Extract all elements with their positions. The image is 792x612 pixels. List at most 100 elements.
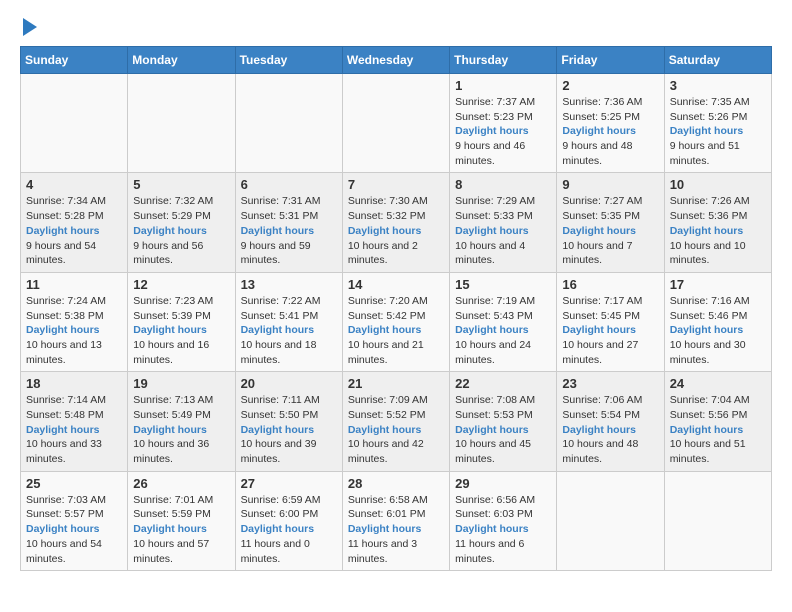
calendar-cell: 21 Sunrise: 7:09 AMSunset: 5:52 PMDayligh… [342, 372, 449, 471]
day-detail: Sunrise: 7:35 AMSunset: 5:26 PMDaylight … [670, 95, 766, 168]
day-number: 2 [562, 78, 658, 93]
day-number: 11 [26, 277, 122, 292]
calendar-cell: 17 Sunrise: 7:16 AMSunset: 5:46 PMDayligh… [664, 272, 771, 371]
day-detail: Sunrise: 7:22 AMSunset: 5:41 PMDaylight … [241, 294, 337, 367]
calendar-cell: 27 Sunrise: 6:59 AMSunset: 6:00 PMDayligh… [235, 471, 342, 570]
calendar-cell: 11 Sunrise: 7:24 AMSunset: 5:38 PMDayligh… [21, 272, 128, 371]
calendar-cell: 22 Sunrise: 7:08 AMSunset: 5:53 PMDayligh… [450, 372, 557, 471]
day-number: 13 [241, 277, 337, 292]
day-number: 4 [26, 177, 122, 192]
calendar-cell [342, 74, 449, 173]
day-header-thursday: Thursday [450, 47, 557, 74]
day-number: 16 [562, 277, 658, 292]
day-number: 10 [670, 177, 766, 192]
day-header-tuesday: Tuesday [235, 47, 342, 74]
day-detail: Sunrise: 6:58 AMSunset: 6:01 PMDaylight … [348, 493, 444, 566]
calendar-cell: 25 Sunrise: 7:03 AMSunset: 5:57 PMDayligh… [21, 471, 128, 570]
calendar-cell: 8Sunrise: 7:29 AMSunset: 5:33 PMDaylight… [450, 173, 557, 272]
logo-arrow-icon [23, 18, 37, 36]
day-detail: Sunrise: 7:26 AMSunset: 5:36 PMDaylight … [670, 194, 766, 267]
calendar-cell [664, 471, 771, 570]
day-detail: Sunrise: 7:08 AMSunset: 5:53 PMDaylight … [455, 393, 551, 466]
day-number: 28 [348, 476, 444, 491]
calendar-week-row: 18Sunrise: 7:14 AMSunset: 5:48 PMDayligh… [21, 372, 772, 471]
day-number: 17 [670, 277, 766, 292]
day-detail: Sunrise: 7:17 AMSunset: 5:45 PMDaylight … [562, 294, 658, 367]
day-detail: Sunrise: 7:36 AMSunset: 5:25 PMDaylight … [562, 95, 658, 168]
day-detail: Sunrise: 7:14 AMSunset: 5:48 PMDaylight … [26, 393, 122, 466]
day-detail: Sunrise: 6:59 AMSunset: 6:00 PMDaylight … [241, 493, 337, 566]
day-number: 15 [455, 277, 551, 292]
day-number: 25 [26, 476, 122, 491]
calendar-cell [557, 471, 664, 570]
day-detail: Sunrise: 7:29 AMSunset: 5:33 PMDaylight … [455, 194, 551, 267]
calendar-table: SundayMondayTuesdayWednesdayThursdayFrid… [20, 46, 772, 571]
day-detail: Sunrise: 7:30 AMSunset: 5:32 PMDaylight … [348, 194, 444, 267]
calendar-cell: 2 Sunrise: 7:36 AMSunset: 5:25 PMDaylight… [557, 74, 664, 173]
calendar-cell: 26 Sunrise: 7:01 AMSunset: 5:59 PMDayligh… [128, 471, 235, 570]
day-number: 26 [133, 476, 229, 491]
calendar-cell: 13 Sunrise: 7:22 AMSunset: 5:41 PMDayligh… [235, 272, 342, 371]
day-detail: Sunrise: 7:06 AMSunset: 5:54 PMDaylight … [562, 393, 658, 466]
day-number: 20 [241, 376, 337, 391]
day-detail: Sunrise: 7:32 AMSunset: 5:29 PMDaylight … [133, 194, 229, 267]
day-number: 22 [455, 376, 551, 391]
calendar-cell: 10 Sunrise: 7:26 AMSunset: 5:36 PMDayligh… [664, 173, 771, 272]
day-detail: Sunrise: 7:37 AMSunset: 5:23 PMDaylight … [455, 95, 551, 168]
day-number: 14 [348, 277, 444, 292]
calendar-cell: 15 Sunrise: 7:19 AMSunset: 5:43 PMDayligh… [450, 272, 557, 371]
calendar-week-row: 4 Sunrise: 7:34 AMSunset: 5:28 PMDaylight… [21, 173, 772, 272]
calendar-cell: 3 Sunrise: 7:35 AMSunset: 5:26 PMDaylight… [664, 74, 771, 173]
day-number: 29 [455, 476, 551, 491]
calendar-cell: 1 Sunrise: 7:37 AMSunset: 5:23 PMDaylight… [450, 74, 557, 173]
day-detail: Sunrise: 7:24 AMSunset: 5:38 PMDaylight … [26, 294, 122, 367]
day-detail: Sunrise: 6:56 AMSunset: 6:03 PMDaylight … [455, 493, 551, 566]
calendar-week-row: 25 Sunrise: 7:03 AMSunset: 5:57 PMDayligh… [21, 471, 772, 570]
calendar-week-row: 11 Sunrise: 7:24 AMSunset: 5:38 PMDayligh… [21, 272, 772, 371]
day-detail: Sunrise: 7:13 AMSunset: 5:49 PMDaylight … [133, 393, 229, 466]
day-detail: Sunrise: 7:09 AMSunset: 5:52 PMDaylight … [348, 393, 444, 466]
calendar-cell [21, 74, 128, 173]
calendar-cell: 7 Sunrise: 7:30 AMSunset: 5:32 PMDaylight… [342, 173, 449, 272]
day-detail: Sunrise: 7:11 AMSunset: 5:50 PMDaylight … [241, 393, 337, 466]
day-detail: Sunrise: 7:20 AMSunset: 5:42 PMDaylight … [348, 294, 444, 367]
day-header-monday: Monday [128, 47, 235, 74]
header [20, 20, 772, 36]
calendar-cell: 9Sunrise: 7:27 AMSunset: 5:35 PMDaylight… [557, 173, 664, 272]
day-number: 21 [348, 376, 444, 391]
calendar-cell: 19 Sunrise: 7:13 AMSunset: 5:49 PMDayligh… [128, 372, 235, 471]
calendar-cell: 14 Sunrise: 7:20 AMSunset: 5:42 PMDayligh… [342, 272, 449, 371]
logo [20, 20, 37, 36]
day-number: 5 [133, 177, 229, 192]
day-header-friday: Friday [557, 47, 664, 74]
day-detail: Sunrise: 7:03 AMSunset: 5:57 PMDaylight … [26, 493, 122, 566]
day-detail: Sunrise: 7:34 AMSunset: 5:28 PMDaylight … [26, 194, 122, 267]
calendar-cell: 18Sunrise: 7:14 AMSunset: 5:48 PMDayligh… [21, 372, 128, 471]
calendar-cell: 6 Sunrise: 7:31 AMSunset: 5:31 PMDaylight… [235, 173, 342, 272]
day-number: 6 [241, 177, 337, 192]
calendar-cell [128, 74, 235, 173]
day-header-wednesday: Wednesday [342, 47, 449, 74]
day-number: 3 [670, 78, 766, 93]
day-number: 7 [348, 177, 444, 192]
calendar-cell: 29 Sunrise: 6:56 AMSunset: 6:03 PMDayligh… [450, 471, 557, 570]
day-number: 23 [562, 376, 658, 391]
day-detail: Sunrise: 7:23 AMSunset: 5:39 PMDaylight … [133, 294, 229, 367]
day-detail: Sunrise: 7:19 AMSunset: 5:43 PMDaylight … [455, 294, 551, 367]
day-number: 24 [670, 376, 766, 391]
calendar-header-row: SundayMondayTuesdayWednesdayThursdayFrid… [21, 47, 772, 74]
day-detail: Sunrise: 7:04 AMSunset: 5:56 PMDaylight … [670, 393, 766, 466]
calendar-cell: 4 Sunrise: 7:34 AMSunset: 5:28 PMDaylight… [21, 173, 128, 272]
day-number: 27 [241, 476, 337, 491]
day-number: 1 [455, 78, 551, 93]
day-detail: Sunrise: 7:01 AMSunset: 5:59 PMDaylight … [133, 493, 229, 566]
day-header-sunday: Sunday [21, 47, 128, 74]
day-header-saturday: Saturday [664, 47, 771, 74]
day-number: 9 [562, 177, 658, 192]
day-number: 19 [133, 376, 229, 391]
calendar-cell: 5 Sunrise: 7:32 AMSunset: 5:29 PMDaylight… [128, 173, 235, 272]
day-detail: Sunrise: 7:16 AMSunset: 5:46 PMDaylight … [670, 294, 766, 367]
calendar-week-row: 1 Sunrise: 7:37 AMSunset: 5:23 PMDaylight… [21, 74, 772, 173]
day-number: 12 [133, 277, 229, 292]
day-detail: Sunrise: 7:31 AMSunset: 5:31 PMDaylight … [241, 194, 337, 267]
